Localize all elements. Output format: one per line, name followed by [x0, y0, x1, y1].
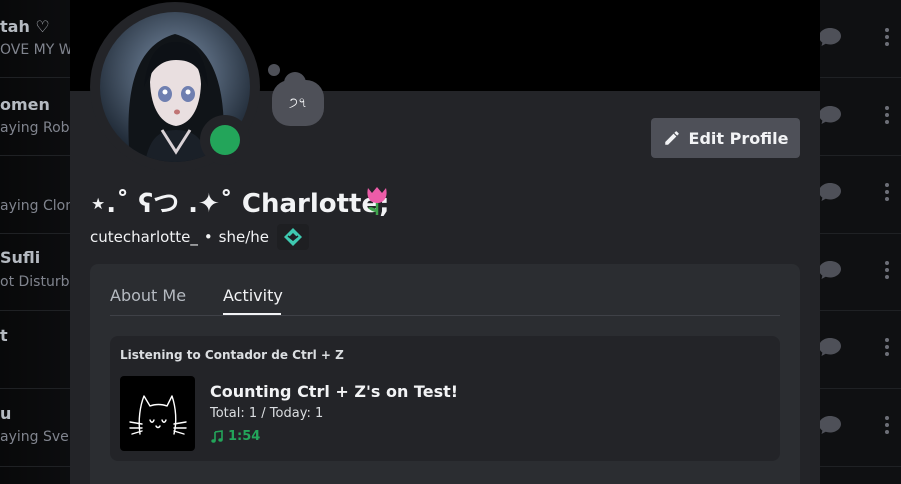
more-vertical-icon[interactable]: [880, 103, 894, 124]
elapsed-time: 1:54: [228, 429, 261, 444]
friend-name: tah ♡: [0, 17, 50, 36]
pronouns: she/he: [218, 228, 270, 246]
custom-status-bubble[interactable]: ੭৭: [272, 80, 324, 126]
online-status-indicator: [200, 115, 250, 165]
friend-status: ot Disturb: [0, 274, 70, 290]
activity-elapsed: 1:54: [210, 429, 260, 444]
friend-status: aying Sver: [0, 429, 75, 445]
chat-bubble-icon[interactable]: [818, 182, 842, 202]
friend-status: OVE MY W: [0, 42, 73, 58]
chat-bubble-icon[interactable]: [818, 337, 842, 357]
cat-doodle-icon: [129, 395, 187, 435]
thought-bubble-dot-small: [268, 64, 280, 76]
tab-activity[interactable]: Activity: [223, 286, 283, 305]
friend-name: t: [0, 326, 8, 345]
friend-name: Sufli: [0, 248, 41, 267]
friend-status: aying Rob: [0, 120, 70, 136]
activity-title: Counting Ctrl + Z's on Test!: [210, 382, 459, 401]
chat-bubble-icon[interactable]: [818, 260, 842, 280]
more-vertical-icon[interactable]: [880, 413, 894, 434]
edit-profile-button[interactable]: Edit Profile: [651, 118, 800, 158]
username-row: cutecharlotte_ • she/he: [90, 224, 310, 250]
activity-art[interactable]: [120, 376, 195, 451]
username[interactable]: cutecharlotte_: [90, 228, 198, 246]
friend-name: omen: [0, 95, 50, 114]
tabs-divider: [110, 315, 780, 316]
activity-header: Listening to Contador de Ctrl + Z: [120, 348, 344, 362]
more-vertical-icon[interactable]: [880, 258, 894, 279]
chat-bubble-icon[interactable]: [818, 105, 842, 125]
custom-status-text: ੭৭: [288, 95, 308, 111]
chat-bubble-icon[interactable]: [818, 27, 842, 47]
tab-about-me[interactable]: About Me: [110, 286, 186, 305]
more-vertical-icon[interactable]: [880, 335, 894, 356]
more-vertical-icon[interactable]: [880, 25, 894, 46]
online-dot: [210, 125, 240, 155]
edit-profile-label: Edit Profile: [688, 128, 789, 148]
more-vertical-icon[interactable]: [880, 180, 894, 201]
active-tab-indicator: [223, 313, 281, 315]
separator-dot: •: [203, 228, 213, 246]
friend-name: u: [0, 404, 12, 423]
friend-status: aying Clon: [0, 198, 75, 214]
pencil-icon: [664, 131, 679, 145]
chat-bubble-icon[interactable]: [818, 415, 842, 435]
music-note-icon: [211, 429, 223, 443]
activity-subtitle: Total: 1 / Today: 1: [210, 406, 324, 421]
quest-badge-icon[interactable]: [277, 224, 310, 250]
tulip-emoji-icon: [367, 187, 387, 215]
display-name: ⋆.˚ ʕつ .✦˚ Charlotte;: [90, 189, 390, 219]
